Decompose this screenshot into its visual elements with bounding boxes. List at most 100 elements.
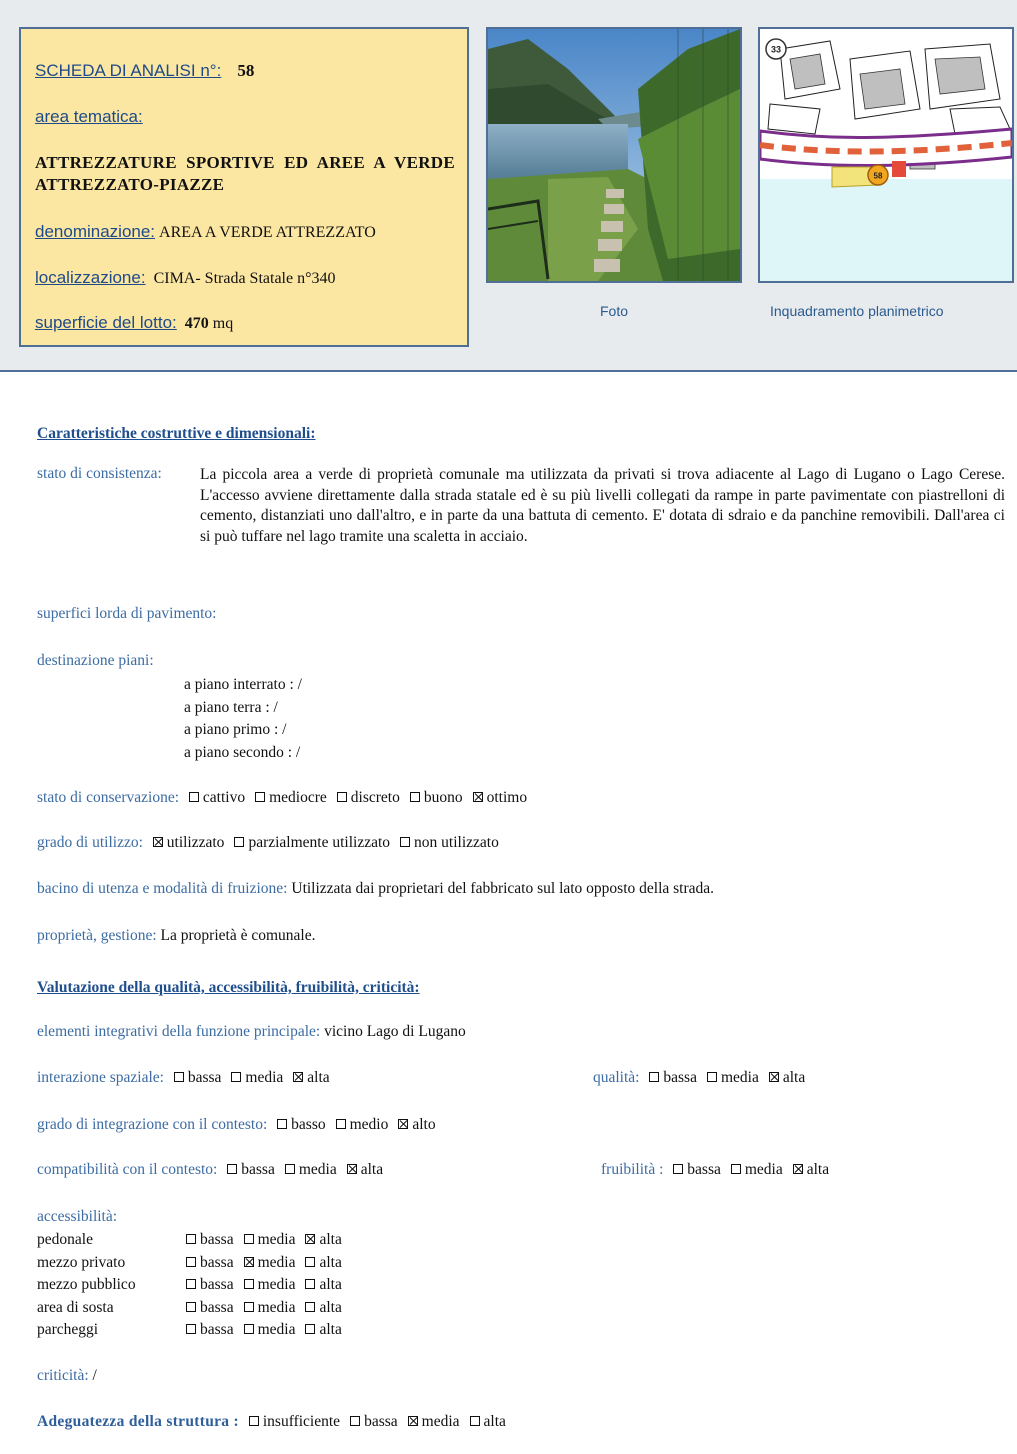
option-label: insufficiente [262, 1413, 341, 1430]
option-media: media [238, 1254, 300, 1271]
option-label: alta [319, 1276, 342, 1293]
checkbox[interactable] [284, 1164, 295, 1174]
map-caption: Inquadramento planimetrico [770, 303, 944, 319]
checkbox[interactable] [400, 837, 411, 847]
header-panel: SCHEDA DI ANALISI n°: 58 area tematica: A… [0, 0, 1017, 372]
bacino-label: bacino di utenza e modalità di fruizione… [37, 880, 288, 897]
checkbox[interactable] [243, 1301, 254, 1312]
option-media: media [238, 1299, 300, 1316]
cadastral-map-image: 58 33 [760, 29, 1012, 281]
option-insufficiente: insufficiente [243, 1413, 344, 1430]
checkbox[interactable] [706, 1072, 717, 1082]
checkbox[interactable] [649, 1072, 660, 1082]
checkbox[interactable] [173, 1072, 184, 1082]
checkbox[interactable] [243, 1279, 254, 1289]
checkbox[interactable] [305, 1324, 316, 1334]
checkbox[interactable] [305, 1301, 316, 1312]
option-medio: medio [330, 1116, 393, 1133]
checkbox[interactable] [234, 837, 245, 847]
checkbox[interactable] [398, 1119, 409, 1129]
option-media: media [238, 1231, 300, 1248]
option-discreto: discreto [331, 789, 404, 806]
option-basso: basso [271, 1116, 329, 1133]
option-media: media [238, 1276, 300, 1293]
option-label: utilizzato [166, 834, 225, 851]
superficie-line: superficie del lotto: 470 mq [35, 313, 233, 333]
checkbox[interactable] [346, 1164, 357, 1174]
checkbox[interactable] [350, 1416, 361, 1426]
checkbox[interactable] [186, 1234, 196, 1244]
info-box: SCHEDA DI ANALISI n°: 58 area tematica: A… [19, 27, 469, 347]
photo-caption: Foto [600, 303, 629, 319]
checkbox[interactable] [305, 1234, 316, 1244]
checkbox[interactable] [186, 1324, 196, 1334]
area-label: area tematica: [35, 107, 143, 126]
checkbox[interactable] [227, 1164, 238, 1174]
option-alta: alta [341, 1161, 387, 1178]
checkbox[interactable] [255, 792, 266, 802]
checkbox[interactable] [336, 792, 347, 802]
scheda-line: SCHEDA DI ANALISI n°: 58 [35, 61, 254, 81]
checkbox[interactable] [730, 1164, 741, 1174]
option-alta: alta [787, 1161, 833, 1178]
option-media: media [279, 1161, 341, 1178]
section2-title: Valutazione della qualità, accessibilità… [37, 979, 420, 996]
compatibilita-options: bassa media alta [221, 1161, 387, 1178]
option-utilizzato: utilizzato [147, 834, 229, 851]
fruibilita-label: fruibilità : [601, 1161, 664, 1178]
option-label: media [421, 1413, 460, 1430]
fruibilita-row: fruibilità : bassa media alta [601, 1161, 833, 1179]
option-label: bassa [200, 1276, 234, 1293]
conservazione-options: cattivo mediocre discreto buono ottimo [183, 789, 531, 806]
accessibilita-options: bassa media alta [180, 1321, 346, 1338]
site-photo [486, 27, 742, 283]
checkbox[interactable] [186, 1301, 196, 1312]
elementi-row: elementi integrativi della funzione prin… [37, 1023, 466, 1041]
option-label: bassa [687, 1161, 721, 1178]
option-alta: alta [299, 1299, 345, 1316]
option-label: mediocre [269, 789, 327, 806]
superfici-label: superfici lorda di pavimento: [37, 605, 217, 622]
conservazione-row: stato di conservazione: cattivo mediocre d… [37, 789, 531, 807]
checkbox[interactable] [305, 1279, 316, 1289]
qualita-label: qualità: [593, 1069, 640, 1086]
piano-item: a piano interrato : / [184, 676, 302, 693]
option-alta: alta [299, 1276, 345, 1293]
checkbox[interactable] [231, 1072, 242, 1082]
checkbox[interactable] [243, 1324, 254, 1334]
checkbox[interactable] [472, 792, 483, 802]
option-bassa: bassa [180, 1231, 238, 1248]
checkbox[interactable] [186, 1256, 196, 1267]
checkbox[interactable] [243, 1234, 254, 1244]
checkbox[interactable] [248, 1416, 259, 1426]
checkbox[interactable] [673, 1164, 684, 1174]
accessibilita-options: bassa media alta [180, 1254, 346, 1271]
checkbox[interactable] [293, 1072, 304, 1082]
checkbox[interactable] [305, 1256, 316, 1267]
checkbox[interactable] [188, 792, 199, 802]
option-bassa: bassa [643, 1069, 701, 1086]
utilizzo-row: grado di utilizzo: utilizzato parzialment… [37, 834, 503, 852]
proprieta-label: proprietà, gestione: [37, 927, 157, 944]
superficie-unit: mq [212, 315, 234, 332]
checkbox[interactable] [277, 1119, 288, 1129]
option-label: media [257, 1298, 296, 1316]
checkbox[interactable] [243, 1256, 254, 1267]
accessibilita-grid: pedonale bassa media alta mezzo privato bassa… [37, 1229, 346, 1342]
checkbox[interactable] [186, 1279, 196, 1289]
site-map: 58 33 [758, 27, 1014, 283]
checkbox[interactable] [409, 792, 420, 802]
checkbox[interactable] [768, 1072, 779, 1082]
checkbox[interactable] [152, 837, 163, 847]
checkbox[interactable] [335, 1119, 346, 1129]
destinazione-label: destinazione piani: [37, 652, 154, 669]
option-alta: alta [464, 1413, 510, 1430]
checkbox[interactable] [407, 1416, 418, 1426]
checkbox[interactable] [792, 1164, 803, 1174]
area-value: ATTREZZATURE SPORTIVE ED AREE A VERDE AT… [35, 153, 455, 194]
integrazione-label: grado di integrazione con il contesto: [37, 1116, 268, 1133]
interazione-label: interazione spaziale: [37, 1069, 164, 1086]
bacino-value: Utilizzata dai proprietari del fabbricat… [291, 880, 715, 897]
localizzazione-label: localizzazione: [35, 268, 146, 287]
checkbox[interactable] [469, 1416, 480, 1426]
